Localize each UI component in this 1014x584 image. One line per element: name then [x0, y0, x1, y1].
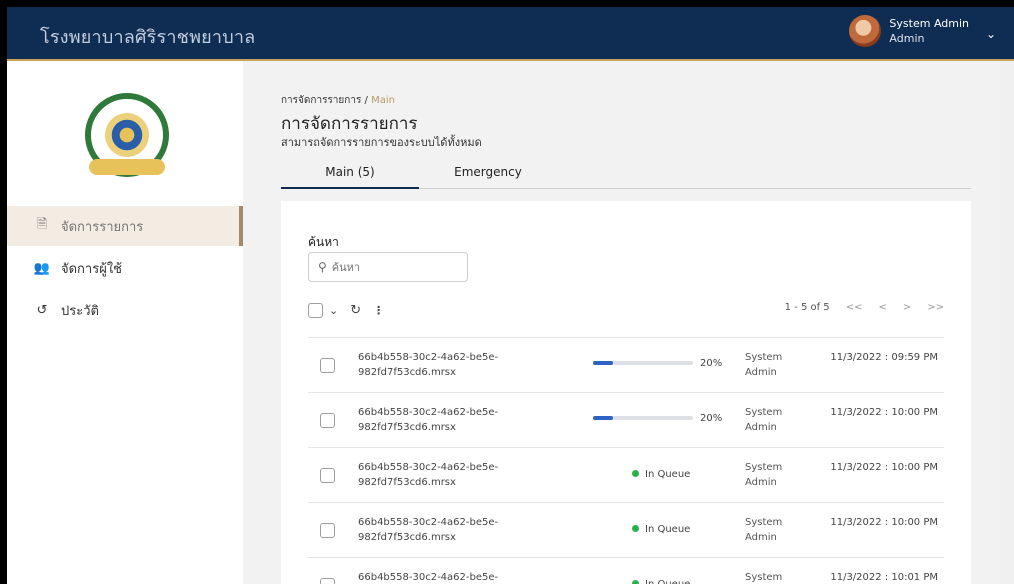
- progress-label: 20%: [700, 358, 723, 369]
- hospital-logo: [85, 93, 169, 177]
- search-box[interactable]: ⚲: [308, 252, 468, 282]
- progress-bar: [593, 361, 693, 365]
- avatar[interactable]: [849, 15, 882, 47]
- row-user: System Admin: [745, 462, 783, 488]
- row-user: System Admin: [745, 572, 783, 583]
- sidebar-item-manage-users[interactable]: 👥 จัดการผู้ใช้: [7, 248, 243, 288]
- row-date: 11/3/2022 : 10:01 PM: [830, 572, 938, 583]
- page-range: 1 - 5 of 5: [784, 302, 830, 313]
- app-window: โรงพยาบาลศิริราชพยาบาล System Admin Admi…: [7, 7, 1014, 584]
- sidebar: 🗎 จัดการรายการ 👥 จัดการผู้ใช้ ↺ ประวัติ: [7, 61, 243, 584]
- sidebar-item-history[interactable]: ↺ ประวัติ: [7, 290, 243, 330]
- breadcrumb-parent[interactable]: การจัดการรายการ: [281, 95, 361, 106]
- sidebar-item-label: จัดการผู้ใช้: [61, 261, 123, 277]
- tab-bar: Main (5) Emergency: [281, 155, 971, 189]
- row-checkbox[interactable]: [320, 523, 335, 538]
- table-row[interactable]: 66b4b558-30c2-4a62-be5e-982fd7f53cd6.mrs…: [308, 392, 944, 447]
- row-checkbox[interactable]: [320, 413, 335, 428]
- pagination: 1 - 5 of 5 << < > >>: [785, 302, 944, 313]
- status-text: In Queue: [645, 469, 691, 480]
- prev-page-button[interactable]: <: [878, 302, 886, 313]
- search-icon: ⚲: [318, 260, 327, 274]
- history-icon: ↺: [36, 302, 48, 318]
- row-date: 11/3/2022 : 10:00 PM: [830, 462, 938, 473]
- row-user: System Admin: [745, 517, 783, 543]
- table-row[interactable]: 66b4b558-30c2-4a62-be5e-982fd7f53cd6.mrs…: [308, 502, 944, 557]
- chevron-down-icon[interactable]: ⌄: [986, 27, 996, 41]
- status-dot-icon: [632, 580, 639, 584]
- users-icon: 👥: [33, 260, 51, 276]
- file-name: 66b4b558-30c2-4a62-be5e-982fd7f53cd6.mrs…: [358, 462, 499, 488]
- page-scrollbar[interactable]: [1000, 61, 1014, 584]
- table-row[interactable]: 66b4b558-30c2-4a62-be5e-982fd7f53cd6.mrs…: [308, 337, 944, 392]
- status-dot-icon: [632, 470, 639, 477]
- user-menu[interactable]: System Admin Admin: [849, 15, 969, 47]
- row-user: System Admin: [745, 407, 783, 433]
- hospital-name: โรงพยาบาลศิริราชพยาบาล: [40, 27, 256, 48]
- tab-emergency[interactable]: Emergency: [419, 155, 557, 189]
- status-badge: In Queue: [632, 469, 690, 480]
- search-input[interactable]: [331, 260, 452, 274]
- top-bar: โรงพยาบาลศิริราชพยาบาล System Admin Admi…: [7, 7, 1014, 61]
- progress-label: 20%: [700, 413, 723, 424]
- row-date: 11/3/2022 : 09:59 PM: [830, 352, 938, 363]
- file-icon: 🗎: [36, 217, 48, 232]
- breadcrumb-separator: /: [361, 95, 372, 106]
- row-date: 11/3/2022 : 10:00 PM: [830, 517, 938, 528]
- search-label: ค้นหา: [308, 235, 339, 249]
- row-date: 11/3/2022 : 10:00 PM: [830, 407, 938, 418]
- page-subtitle: สามารถจัดการรายการของระบบได้ทั้งหมด: [281, 136, 482, 149]
- table-row[interactable]: 66b4b558-30c2-4a62-be5e-982fd7f53cd6.mrs…: [308, 557, 944, 584]
- file-name: 66b4b558-30c2-4a62-be5e-982fd7f53cd6.mrs…: [358, 407, 499, 433]
- status-text: In Queue: [645, 579, 690, 584]
- row-user: System Admin: [745, 352, 783, 378]
- more-vertical-icon[interactable]: ⋮: [373, 304, 384, 317]
- row-checkbox[interactable]: [320, 578, 335, 584]
- sidebar-item-label: ประวัติ: [61, 303, 99, 319]
- breadcrumb: การจัดการรายการ / Main: [281, 93, 395, 108]
- user-info: System Admin Admin: [889, 16, 969, 46]
- status-dot-icon: [632, 525, 639, 532]
- status-badge: In Queue: [632, 579, 690, 584]
- first-page-button[interactable]: <<: [846, 302, 863, 313]
- user-role: Admin: [889, 32, 925, 45]
- user-name: System Admin: [889, 17, 969, 30]
- sidebar-item-label: จัดการรายการ: [61, 219, 144, 235]
- file-name: 66b4b558-30c2-4a62-be5e-982fd7f53cd6.mrs…: [358, 517, 499, 543]
- row-checkbox[interactable]: [320, 358, 335, 373]
- file-name: 66b4b558-30c2-4a62-be5e-982fd7f53cd6.mrs…: [358, 572, 499, 583]
- list-toolbar: ⌄ ↻ ⋮: [308, 298, 384, 322]
- file-name: 66b4b558-30c2-4a62-be5e-982fd7f53cd6.mrs…: [358, 352, 499, 378]
- next-page-button[interactable]: >: [903, 302, 911, 313]
- tab-main[interactable]: Main (5): [281, 155, 419, 189]
- sidebar-item-manage-list[interactable]: 🗎 จัดการรายการ: [7, 206, 243, 246]
- status-badge: In Queue: [632, 524, 690, 535]
- table-row[interactable]: 66b4b558-30c2-4a62-be5e-982fd7f53cd6.mrs…: [308, 447, 944, 502]
- select-all-checkbox[interactable]: [308, 302, 323, 318]
- list-card: ค้นหา ⚲ ⌄ ↻ ⋮ 1 - 5 of 5 << < > >> 66b4b…: [281, 201, 971, 584]
- progress-bar: [593, 416, 693, 420]
- row-checkbox[interactable]: [320, 468, 335, 483]
- status-text: In Queue: [645, 524, 691, 535]
- select-dropdown-icon[interactable]: ⌄: [329, 304, 338, 317]
- last-page-button[interactable]: >>: [927, 302, 944, 313]
- breadcrumb-current: Main: [371, 95, 395, 106]
- refresh-icon[interactable]: ↻: [350, 303, 361, 318]
